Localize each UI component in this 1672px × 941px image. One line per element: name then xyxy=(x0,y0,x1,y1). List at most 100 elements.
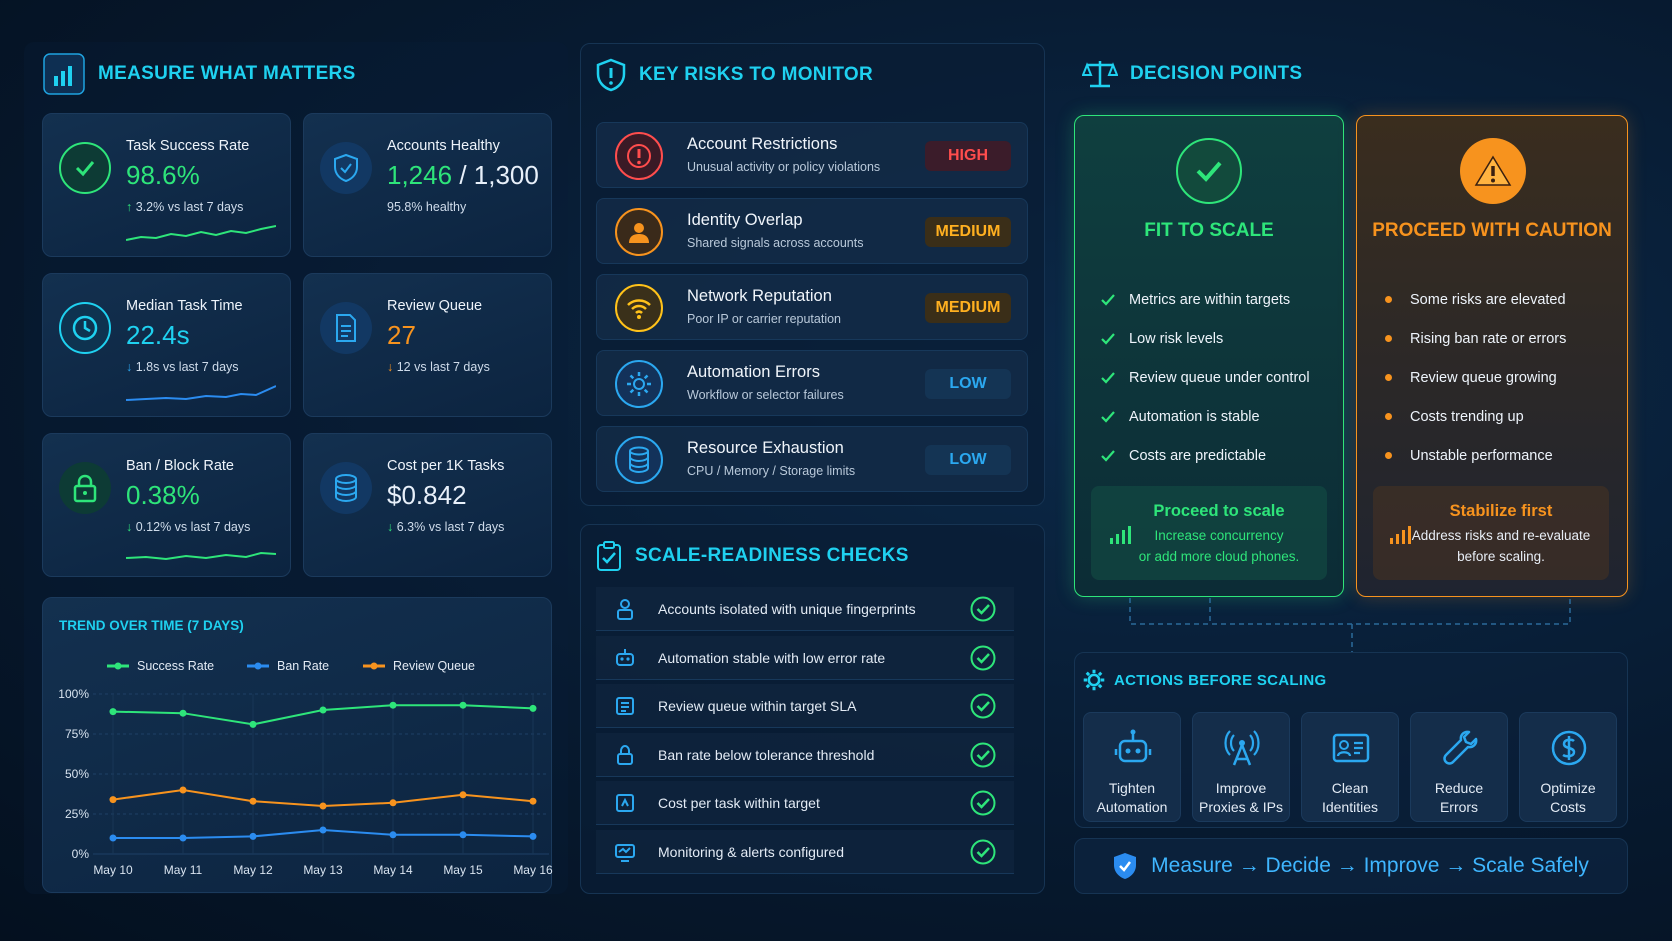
data-point xyxy=(179,786,187,794)
risk-identity-overlap[interactable]: Identity Overlap Shared signals across a… xyxy=(596,198,1028,264)
bullet-icon xyxy=(1385,335,1392,342)
shield-check-icon xyxy=(1114,853,1137,879)
gear-icon xyxy=(615,360,663,408)
risk-level-badge: MEDIUM xyxy=(925,217,1011,247)
risk-level-badge: HIGH xyxy=(925,141,1011,171)
user-icon xyxy=(615,208,663,256)
data-point xyxy=(389,701,397,709)
check-circle-icon xyxy=(970,839,996,870)
check-circle-icon xyxy=(59,142,111,194)
criteria-item: Automation is stable xyxy=(1101,397,1310,436)
data-point xyxy=(249,797,257,805)
trend-chart: 100% 75% 50% 25% 0%May 10 May 11 May 12 May 13 M… xyxy=(58,659,553,877)
lock-icon xyxy=(614,744,636,771)
action-optimize-button[interactable]: Optimize Costs xyxy=(1519,712,1617,822)
criteria-item: Rising ban rate or errors xyxy=(1383,319,1566,358)
decision-title: DECISION POINTS xyxy=(1082,58,1302,90)
shield-icon xyxy=(320,142,372,194)
criteria-item: Costs are predictable xyxy=(1101,436,1310,475)
sparkline xyxy=(126,385,276,401)
metric-card-task-success[interactable]: Task Success Rate 98.6% ↑ 3.2% vs last 7… xyxy=(42,113,291,257)
x-tick-label: May 10 xyxy=(93,863,133,877)
data-point xyxy=(459,701,467,709)
warning-triangle-icon xyxy=(1460,138,1526,204)
check-item[interactable]: Review queue within target SLA xyxy=(596,684,1014,728)
legend-marker xyxy=(254,662,262,670)
bullet-icon xyxy=(1385,452,1392,459)
check-item[interactable]: Ban rate below tolerance threshold xyxy=(596,732,1014,777)
check-item[interactable]: Accounts isolated with unique fingerprin… xyxy=(596,587,1014,631)
database-icon xyxy=(320,462,372,514)
monitor-icon xyxy=(614,841,636,868)
decision-connector xyxy=(1129,598,1571,652)
risk-level-badge: MEDIUM xyxy=(925,293,1011,323)
id-card-icon xyxy=(1330,727,1372,774)
document-icon xyxy=(320,302,372,354)
metric-card-ban-block-rate[interactable]: Ban / Block Rate 0.38% ↓ 0.12% vs last 7… xyxy=(42,433,291,577)
metric-card-median-task-time[interactable]: Median Task Time 22.4s ↓ 1.8s vs last 7 … xyxy=(42,273,291,417)
actions-title: ACTIONS BEFORE SCALING xyxy=(1082,668,1326,692)
lock-icon xyxy=(59,462,111,514)
criteria-item: Review queue growing xyxy=(1383,358,1566,397)
check-circle-icon xyxy=(970,645,996,676)
criteria-item: Low risk levels xyxy=(1101,319,1310,358)
scales-icon xyxy=(1082,61,1118,88)
metric-card-cost-per-1k[interactable]: Cost per 1K Tasks $0.842 ↓ 6.3% vs last … xyxy=(303,433,552,577)
clock-icon xyxy=(59,302,111,354)
risk-resource-exhaustion[interactable]: Resource Exhaustion CPU / Memory / Stora… xyxy=(596,426,1028,492)
risks-title: KEY RISKS TO MONITOR xyxy=(595,58,873,92)
shield-alert-icon xyxy=(596,58,626,92)
bar-chart-icon xyxy=(43,53,85,95)
check-circle-icon xyxy=(970,693,996,724)
risk-network-reputation[interactable]: Network Reputation Poor IP or carrier re… xyxy=(596,274,1028,340)
data-point xyxy=(389,831,397,839)
risk-automation-errors[interactable]: Automation Errors Workflow or selector f… xyxy=(596,350,1028,416)
check-circle-icon xyxy=(970,742,996,773)
criteria-item: Some risks are elevated xyxy=(1383,280,1566,319)
data-point xyxy=(319,826,327,834)
check-circle-icon xyxy=(970,790,996,821)
data-point xyxy=(529,704,537,712)
action-clean-button[interactable]: Clean Identities xyxy=(1301,712,1399,822)
check-item[interactable]: Cost per task within target xyxy=(596,781,1014,825)
metric-card-accounts-healthy[interactable]: Accounts Healthy 1,246 / 1,300 95.8% hea… xyxy=(303,113,552,257)
clipboard-check-icon xyxy=(597,541,621,571)
data-point xyxy=(179,834,187,842)
x-tick-label: May 12 xyxy=(233,863,273,877)
x-tick-label: May 13 xyxy=(303,863,343,877)
measure-title: MEASURE WHAT MATTERS xyxy=(42,52,356,96)
gear-icon xyxy=(1083,669,1105,691)
action-improve-button[interactable]: Improve Proxies & IPs xyxy=(1192,712,1290,822)
alert-circle-icon xyxy=(615,132,663,180)
decision-fit-to-scale[interactable]: FIT TO SCALE Metrics are within targets L… xyxy=(1074,115,1344,597)
data-point xyxy=(109,708,117,716)
data-point xyxy=(529,797,537,805)
stabilize-first-box: Stabilize first Address risks and re-eva… xyxy=(1373,486,1609,580)
criteria-item: Costs trending up xyxy=(1383,397,1566,436)
action-reduce-button[interactable]: Reduce Errors xyxy=(1410,712,1508,822)
sparkline xyxy=(126,551,276,561)
check-item[interactable]: Automation stable with low error rate xyxy=(596,635,1014,680)
check-icon xyxy=(1101,332,1115,345)
decision-proceed-with-caution[interactable]: PROCEED WITH CAUTION Some risks are elev… xyxy=(1356,115,1628,597)
check-circle-icon xyxy=(970,596,996,627)
check-item[interactable]: Monitoring & alerts configured xyxy=(596,829,1014,874)
wrench-icon xyxy=(1439,727,1481,774)
y-tick-label: 75% xyxy=(65,727,89,741)
criteria-item: Unstable performance xyxy=(1383,436,1566,475)
proceed-to-scale-box: Proceed to scale Increase concurrency or… xyxy=(1091,486,1327,580)
y-tick-label: 100% xyxy=(58,687,89,701)
trend-chart-card: TREND OVER TIME (7 DAYS) 100% 75% 50% 25% 0%… xyxy=(42,597,553,893)
y-tick-label: 0% xyxy=(72,847,90,861)
caution-criteria-list: Some risks are elevated Rising ban rate o… xyxy=(1383,280,1566,475)
x-tick-label: May 16 xyxy=(513,863,553,877)
check-icon xyxy=(1101,410,1115,423)
database-icon xyxy=(615,436,663,484)
risk-level-badge: LOW xyxy=(925,369,1011,399)
fit-criteria-list: Metrics are within targets Low risk level… xyxy=(1101,280,1310,475)
action-tighten-button[interactable]: Tighten Automation xyxy=(1083,712,1181,822)
legend-label: Review Queue xyxy=(393,659,475,673)
metric-card-review-queue[interactable]: Review Queue 27 ↓ 12 vs last 7 days xyxy=(303,273,552,417)
legend-marker xyxy=(114,662,122,670)
risk-account-restrictions[interactable]: Account Restrictions Unusual activity or… xyxy=(596,122,1028,188)
